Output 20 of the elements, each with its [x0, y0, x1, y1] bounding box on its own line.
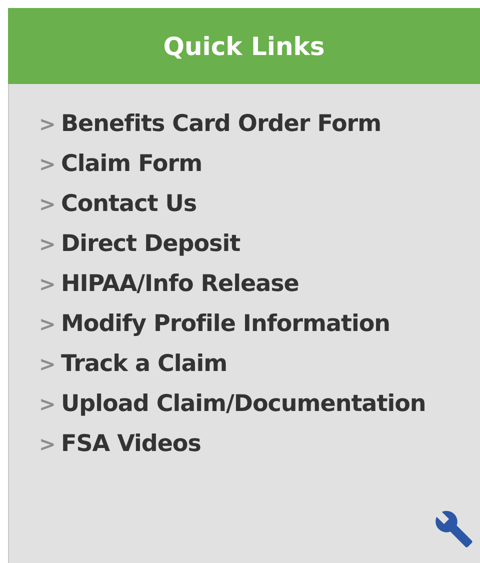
bullet-mark: >: [39, 152, 57, 176]
wrench-icon[interactable]: [434, 509, 474, 549]
quick-link[interactable]: Track a Claim: [61, 351, 228, 377]
quick-link[interactable]: Contact Us: [61, 191, 197, 217]
bullet-mark: >: [39, 112, 57, 136]
bullet-mark: >: [39, 232, 57, 256]
bullet-mark: >: [39, 192, 57, 216]
quick-link[interactable]: HIPAA/Info Release: [61, 271, 299, 297]
quick-link[interactable]: FSA Videos: [61, 431, 201, 457]
bullet-mark: >: [39, 312, 57, 336]
bullet-mark: >: [39, 392, 57, 416]
quick-link[interactable]: Benefits Card Order Form: [61, 111, 382, 137]
bullet-mark: >: [39, 272, 57, 296]
quick-link[interactable]: Upload Claim/Documentation: [61, 391, 426, 417]
bullet-mark: >: [39, 432, 57, 456]
bullet-mark: >: [39, 352, 57, 376]
quick-link[interactable]: Modify Profile Information: [61, 311, 390, 337]
quick-link[interactable]: Direct Deposit: [61, 231, 240, 257]
panel-title: Quick Links: [163, 32, 325, 60]
quick-link[interactable]: Claim Form: [61, 151, 202, 177]
